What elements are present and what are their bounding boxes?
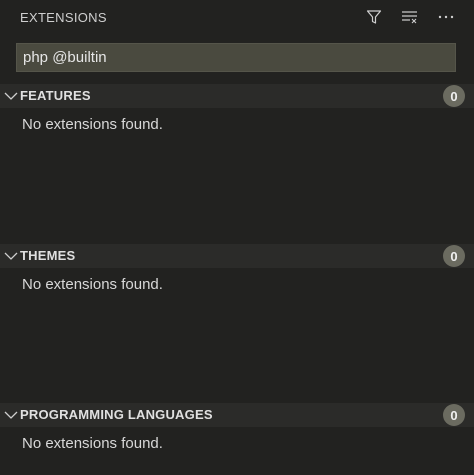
count-badge: 0 [443,85,465,107]
empty-message: No extensions found. [22,116,163,133]
filter-button[interactable] [364,6,384,28]
empty-message: No extensions found. [22,435,163,452]
section-header-features[interactable]: FEATURES 0 [0,84,474,108]
clear-results-icon [402,11,417,24]
section-header-programming-languages[interactable]: PROGRAMMING LANGUAGES 0 [0,403,474,427]
extensions-panel: EXTENSIONS php @builtin FEATURES 0 No ex… [0,0,474,475]
section-features: FEATURES 0 No extensions found. [0,84,474,133]
more-actions-icon [438,15,454,19]
section-programming-languages: PROGRAMMING LANGUAGES 0 No extensions fo… [0,403,474,452]
panel-title: EXTENSIONS [20,10,107,25]
empty-message: No extensions found. [22,276,163,293]
chevron-down-icon [4,252,18,260]
chevron-down-icon [4,411,18,419]
count-badge: 0 [443,404,465,426]
panel-header: EXTENSIONS [0,0,474,36]
search-input[interactable] [17,44,455,71]
section-themes: THEMES 0 No extensions found. [0,244,474,293]
search-box [16,43,456,72]
chevron-down-icon [4,92,18,100]
filter-icon [366,10,382,24]
header-actions [364,6,456,28]
section-title: PROGRAMMING LANGUAGES [20,407,213,422]
section-header-themes[interactable]: THEMES 0 [0,244,474,268]
clear-results-button[interactable] [400,6,420,28]
more-actions-button[interactable] [436,6,456,28]
section-title: THEMES [20,248,76,263]
count-badge: 0 [443,245,465,267]
section-title: FEATURES [20,88,91,103]
